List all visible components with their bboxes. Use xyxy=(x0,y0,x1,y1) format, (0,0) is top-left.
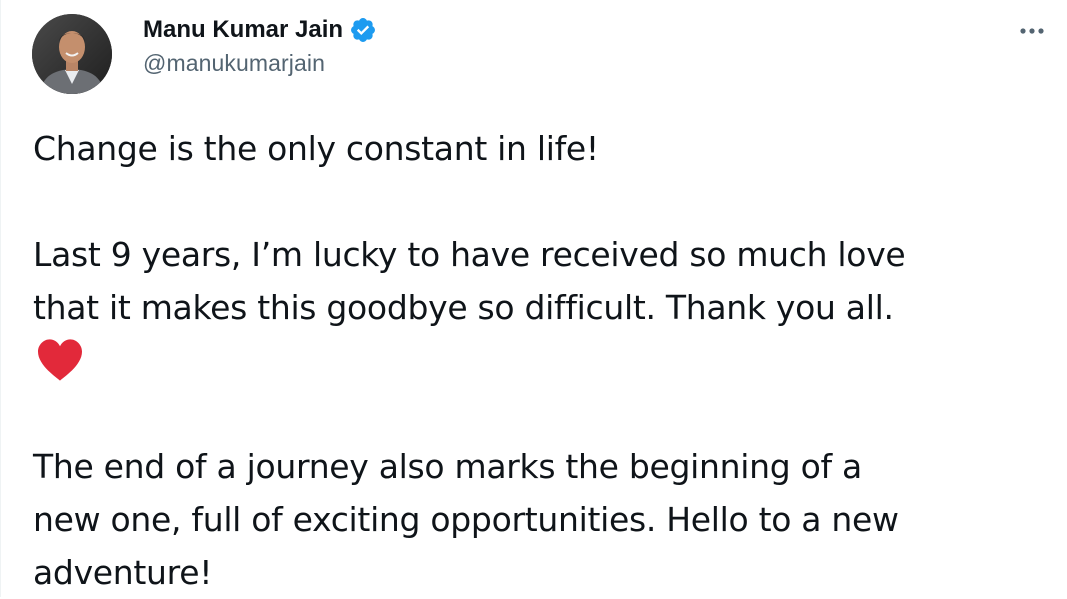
tweet-paragraph: Last 9 years, I’m lucky to have received… xyxy=(33,235,906,327)
tweet-card: Manu Kumar Jain @manukumarjain Change is… xyxy=(0,0,1067,597)
avatar[interactable] xyxy=(32,14,112,94)
tweet-paragraph: Change is the only constant in life! xyxy=(33,129,599,168)
red-heart-emoji-icon xyxy=(33,334,1043,387)
divider xyxy=(0,0,1,597)
display-name[interactable]: Manu Kumar Jain xyxy=(143,16,343,44)
author-block: Manu Kumar Jain @manukumarjain xyxy=(143,14,377,77)
name-row: Manu Kumar Jain xyxy=(143,14,377,46)
verified-badge-icon xyxy=(349,16,377,44)
tweet-paragraph: The end of a journey also marks the begi… xyxy=(33,447,899,592)
tweet-text: Change is the only constant in life! Las… xyxy=(33,122,1043,599)
more-horizontal-icon xyxy=(1020,28,1044,34)
more-options-button[interactable] xyxy=(1014,16,1050,46)
handle[interactable]: @manukumarjain xyxy=(143,50,377,77)
